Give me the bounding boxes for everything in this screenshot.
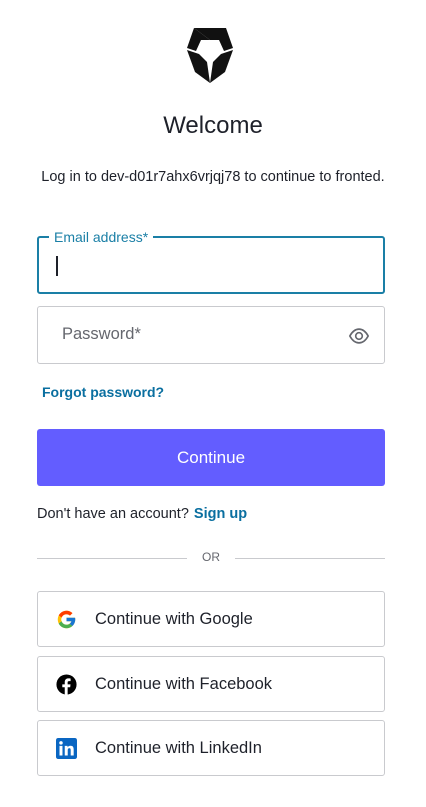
- divider-label: OR: [202, 550, 220, 564]
- email-label: Email address*: [49, 228, 154, 246]
- google-login-button[interactable]: Continue with Google: [37, 591, 385, 647]
- facebook-login-button[interactable]: Continue with Facebook: [37, 656, 385, 712]
- signup-row: Don't have an account? Sign up: [37, 506, 247, 522]
- facebook-icon: [56, 674, 77, 695]
- signup-link[interactable]: Sign up: [194, 506, 247, 522]
- password-field[interactable]: Password*: [37, 306, 385, 364]
- forgot-password-link[interactable]: Forgot password?: [42, 384, 164, 400]
- eye-icon[interactable]: [348, 325, 370, 347]
- google-login-label: Continue with Google: [95, 610, 253, 628]
- login-page: Welcome Log in to dev-d01r7ahx6vrjqj78 t…: [0, 0, 426, 807]
- linkedin-icon: [56, 738, 77, 759]
- page-title: Welcome: [163, 112, 263, 139]
- google-icon: [57, 610, 76, 629]
- shield-logo-icon: [187, 28, 233, 83]
- or-divider: OR: [37, 550, 385, 568]
- continue-button[interactable]: Continue: [37, 429, 385, 486]
- linkedin-login-label: Continue with LinkedIn: [95, 739, 262, 757]
- password-placeholder: Password*: [62, 325, 141, 343]
- page-subtitle: Log in to dev-d01r7ahx6vrjqj78 to contin…: [41, 169, 385, 185]
- facebook-login-label: Continue with Facebook: [95, 675, 273, 693]
- linkedin-login-button[interactable]: Continue with LinkedIn: [37, 720, 385, 776]
- email-field[interactable]: Email address*: [37, 228, 385, 294]
- divider-line-right: [235, 558, 385, 559]
- signup-prompt: Don't have an account?: [37, 506, 189, 522]
- text-caret: [56, 256, 58, 276]
